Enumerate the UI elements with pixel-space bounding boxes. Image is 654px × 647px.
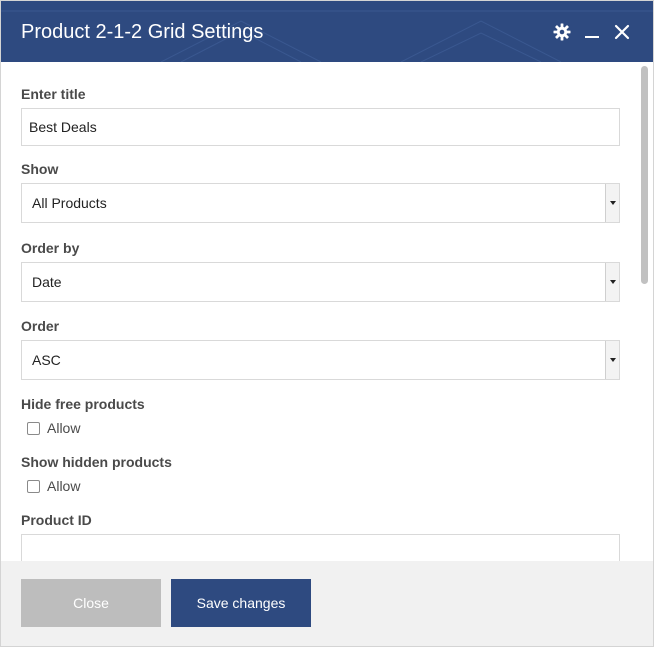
hide-free-option-label: Allow bbox=[47, 420, 81, 436]
close-icon[interactable] bbox=[610, 19, 634, 45]
product-id-label: Product ID bbox=[21, 512, 92, 528]
scrollbar[interactable] bbox=[639, 62, 649, 561]
gear-icon[interactable] bbox=[550, 19, 574, 45]
dialog-header: Product 2-1-2 Grid Settings bbox=[1, 1, 653, 62]
show-label: Show bbox=[21, 161, 59, 177]
chevron-down-icon bbox=[605, 341, 619, 379]
scrollbar-thumb[interactable] bbox=[641, 66, 648, 284]
show-hidden-checkbox-row[interactable]: Allow bbox=[27, 477, 80, 495]
dialog-title: Product 2-1-2 Grid Settings bbox=[21, 21, 264, 43]
show-hidden-checkbox[interactable] bbox=[27, 479, 40, 493]
chevron-down-icon bbox=[605, 184, 619, 222]
show-hidden-label: Show hidden products bbox=[21, 454, 172, 470]
dialog-body: Enter title Best Deals Show All Products… bbox=[1, 62, 653, 561]
chevron-down-icon bbox=[605, 263, 619, 301]
title-input-value: Best Deals bbox=[29, 119, 97, 135]
minimize-icon[interactable] bbox=[580, 19, 604, 45]
orderby-select[interactable]: Date bbox=[21, 262, 620, 302]
hide-free-checkbox-row[interactable]: Allow bbox=[27, 419, 80, 437]
orderby-label: Order by bbox=[21, 240, 80, 256]
order-label: Order bbox=[21, 318, 60, 334]
hide-free-checkbox[interactable] bbox=[27, 421, 40, 435]
show-select[interactable]: All Products bbox=[21, 183, 620, 223]
hide-free-label: Hide free products bbox=[21, 396, 145, 412]
show-hidden-option-label: Allow bbox=[47, 478, 81, 494]
order-select[interactable]: ASC bbox=[21, 340, 620, 380]
close-button[interactable]: Close bbox=[21, 579, 161, 627]
save-changes-button[interactable]: Save changes bbox=[171, 579, 311, 627]
title-input[interactable]: Best Deals bbox=[21, 108, 620, 146]
product-id-input[interactable] bbox=[21, 534, 620, 561]
order-select-value: ASC bbox=[32, 352, 61, 368]
settings-dialog: Product 2-1-2 Grid Settings Enter title … bbox=[0, 0, 654, 647]
show-select-value: All Products bbox=[32, 195, 107, 211]
title-label: Enter title bbox=[21, 86, 86, 102]
dialog-footer: Close Save changes bbox=[1, 561, 653, 646]
orderby-select-value: Date bbox=[32, 274, 62, 290]
